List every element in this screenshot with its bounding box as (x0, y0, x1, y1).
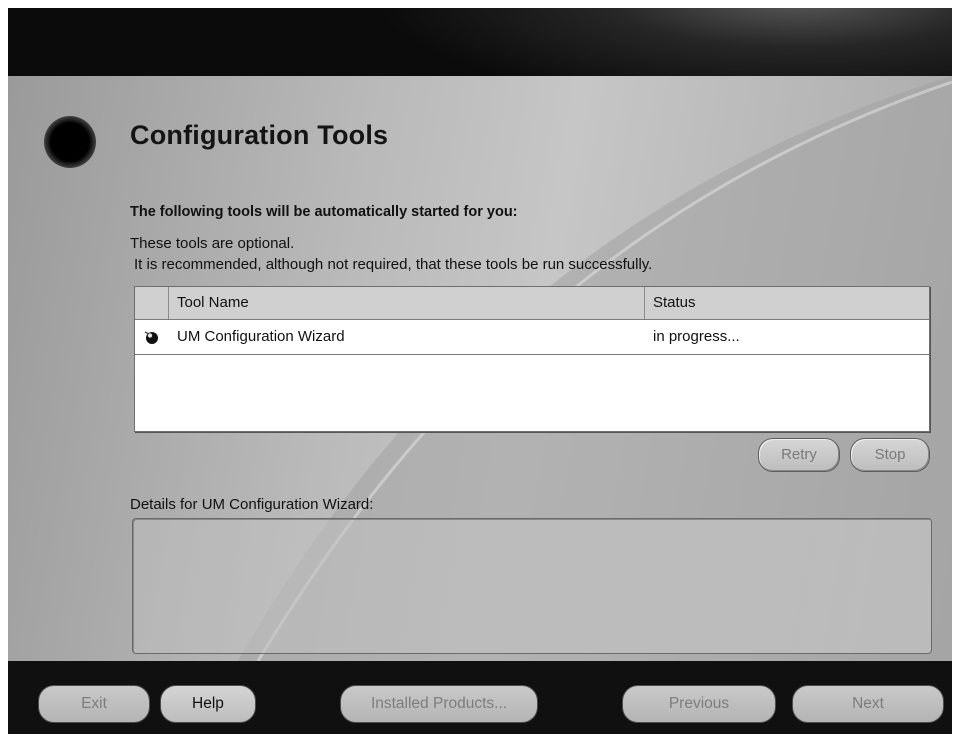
table-header: Tool Name Status (135, 287, 929, 320)
installer-window: Configuration Tools The following tools … (8, 8, 952, 734)
icon-column-header (135, 287, 169, 319)
details-label: Details for UM Configuration Wizard: (130, 496, 374, 513)
retry-button[interactable]: Retry (758, 438, 840, 472)
footer-bar: Exit Help Installed Products... Previous… (8, 661, 952, 734)
optional-note: These tools are optional. (130, 235, 295, 252)
tools-table: Tool Name Status UM Configuration Wizard… (134, 286, 930, 432)
recommendation-note: It is recommended, although not required… (134, 256, 653, 273)
column-header-tool-name[interactable]: Tool Name (169, 287, 645, 319)
exit-button[interactable]: Exit (38, 685, 150, 723)
tool-name-cell: UM Configuration Wizard (177, 328, 345, 345)
next-button[interactable]: Next (792, 685, 944, 723)
page-title: Configuration Tools (130, 120, 389, 150)
details-text-area[interactable] (132, 518, 932, 654)
top-banner (8, 8, 952, 76)
stop-button[interactable]: Stop (850, 438, 930, 472)
help-button[interactable]: Help (160, 685, 256, 723)
tool-status-cell: in progress... (653, 328, 740, 345)
content-panel: Configuration Tools The following tools … (8, 76, 952, 661)
installed-products-button[interactable]: Installed Products... (340, 685, 538, 723)
previous-button[interactable]: Previous (622, 685, 776, 723)
step-bullet-icon (44, 116, 96, 168)
tools-subtitle: The following tools will be automaticall… (130, 204, 518, 220)
column-header-status[interactable]: Status (645, 287, 929, 319)
running-tool-icon (144, 331, 158, 344)
table-row[interactable]: UM Configuration Wizard in progress... (135, 320, 929, 355)
